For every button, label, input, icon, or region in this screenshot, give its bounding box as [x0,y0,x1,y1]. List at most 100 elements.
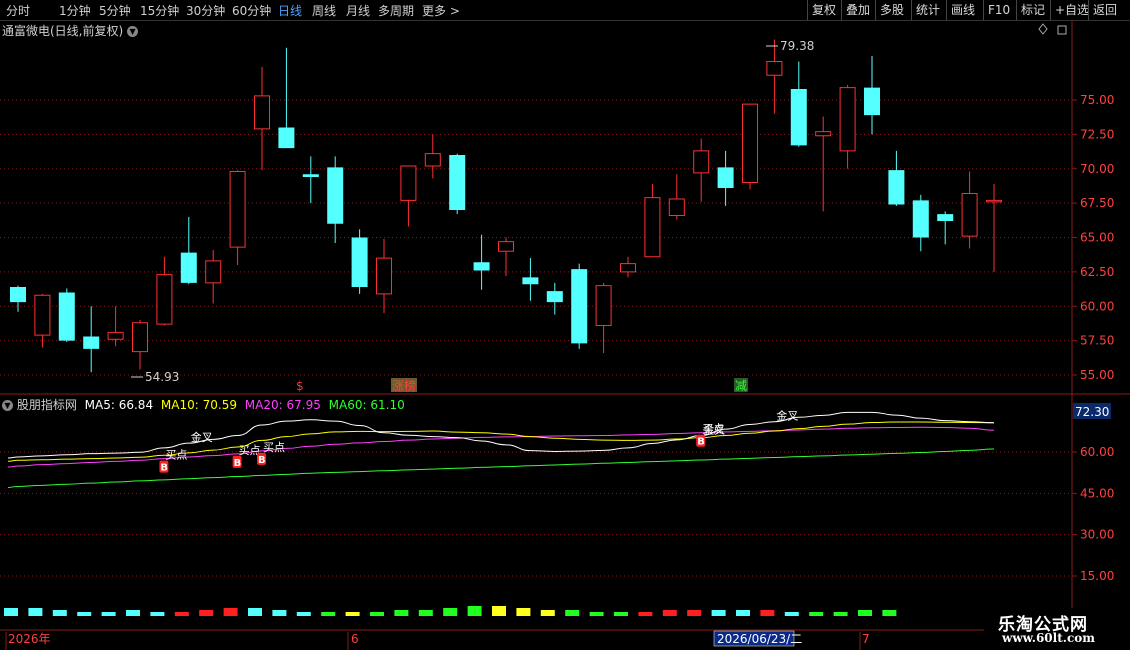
reduce-mark[interactable]: 减 [735,379,747,393]
volume-bar [687,610,702,616]
price-tick-label: 60.00 [1080,299,1114,313]
price-tick-label: 57.50 [1080,334,1114,348]
candle-body-up [644,197,661,258]
candle-body-down [888,170,905,205]
candle-body-down [937,214,954,221]
candle-body-down [473,262,490,271]
expand-icon[interactable] [1057,25,1067,35]
volume-bar [101,612,116,616]
volume-bar [516,608,531,616]
candle-body-up [668,198,685,216]
candle-body-up [132,322,148,353]
price-tick-label: 75.00 [1080,93,1114,107]
volume-bar [199,610,214,616]
candle-body-down [546,291,563,303]
price-tick-label: 72.50 [1080,127,1114,141]
candle-body-down [327,167,344,224]
indicator-tick-label: 60.00 [1080,445,1114,459]
candle-body-down [717,167,734,188]
volume-bar [296,612,311,616]
cursor-date: 2026/06/23/二 [717,632,802,646]
candle-body-down [180,252,197,283]
volume-bar [589,612,604,616]
volume-bar [77,612,92,616]
volume-bar [248,608,262,616]
buy-signal-icon: B [160,463,168,474]
volume-bar [467,606,482,616]
volume-bar [223,608,238,616]
indicator-tick-label: 45.00 [1080,486,1114,500]
month-7-label: 7 [862,632,870,646]
buy-signal-icon: B [234,458,242,469]
indicator-current-value: 72.30 [1075,405,1109,419]
candle-body-up [961,193,978,237]
volume-bars [4,606,897,616]
price-tick-label: 67.50 [1080,196,1114,210]
dividend-mark[interactable]: $ [296,379,304,393]
volume-bar [28,608,43,616]
price-grid: 75.00 72.50 70.00 67.50 65.00 62.50 60.00 57.50… [0,93,1114,382]
candle-body-down [790,89,807,146]
candle-body-down [83,336,100,349]
candle-body-up [815,131,832,137]
volume-bar [858,610,872,616]
candle-body-down [278,127,295,149]
candle-body-up [156,274,173,325]
candle-body-up [376,257,392,295]
volume-bar [126,610,140,616]
volume-bar [4,608,18,616]
candle-body-down [571,269,588,344]
candle-body-down [10,287,26,303]
volume-bar [638,612,653,616]
candle-body-up [498,241,514,252]
volume-bar [321,612,336,616]
kline-chart[interactable]: 75.00 72.50 70.00 67.50 65.00 62.50 60.00 57.50… [0,0,1130,650]
low-price-label: 54.93 [145,370,179,384]
candle-body-up [107,331,124,340]
ma60-line [7,448,995,488]
candle-body-up [34,294,51,336]
candle-body-up [400,165,417,201]
diamond-icon[interactable] [1038,23,1048,35]
volume-bar [150,612,165,616]
golden-cross-label: 金叉 [191,430,213,444]
site-watermark: 乐淘公式网 www.60lt.com [984,608,1130,650]
volume-bar [418,610,433,616]
candle-body-up [742,103,758,183]
volume-bar [443,608,458,616]
candle-body-up [205,260,222,284]
candle-body-up [424,153,441,167]
zhangbang-mark[interactable]: 涨榜 [392,378,416,393]
volume-bar [272,610,287,616]
ma20-line [7,426,995,468]
volume-bar [784,612,799,616]
volume-bar [540,610,555,616]
candle-body-up [693,150,710,174]
volume-bar [394,610,409,616]
watermark-line2: www.60lt.com [1002,631,1095,645]
volume-bar [565,610,580,616]
candle-body-down [302,174,319,177]
volume-bar [833,612,848,616]
volume-bar [662,610,677,616]
volume-bar [370,612,384,616]
price-tick-label: 65.00 [1080,231,1114,245]
candle-body-up [620,263,636,273]
buy-signal-label: 买点 [165,449,187,462]
golden-cross-label: 金叉 [776,409,798,423]
volume-bar [760,610,775,616]
volume-bar [614,612,628,616]
candle-body-up [595,285,612,326]
candle-body-down [449,155,466,210]
volume-bar [492,606,506,616]
year-label: 2026年 [8,632,51,646]
candle-body-down [912,200,929,238]
candle-body-up [229,171,246,248]
buy-signal-icon: B [697,437,705,448]
volume-bar [52,610,67,616]
buy-signal-icon: B [258,455,266,466]
price-tick-label: 70.00 [1080,162,1114,176]
indicator-tick-label: 15.00 [1080,569,1114,583]
month-6-label: 6 [351,632,359,646]
indicator-tick-label: 30.00 [1080,528,1114,542]
